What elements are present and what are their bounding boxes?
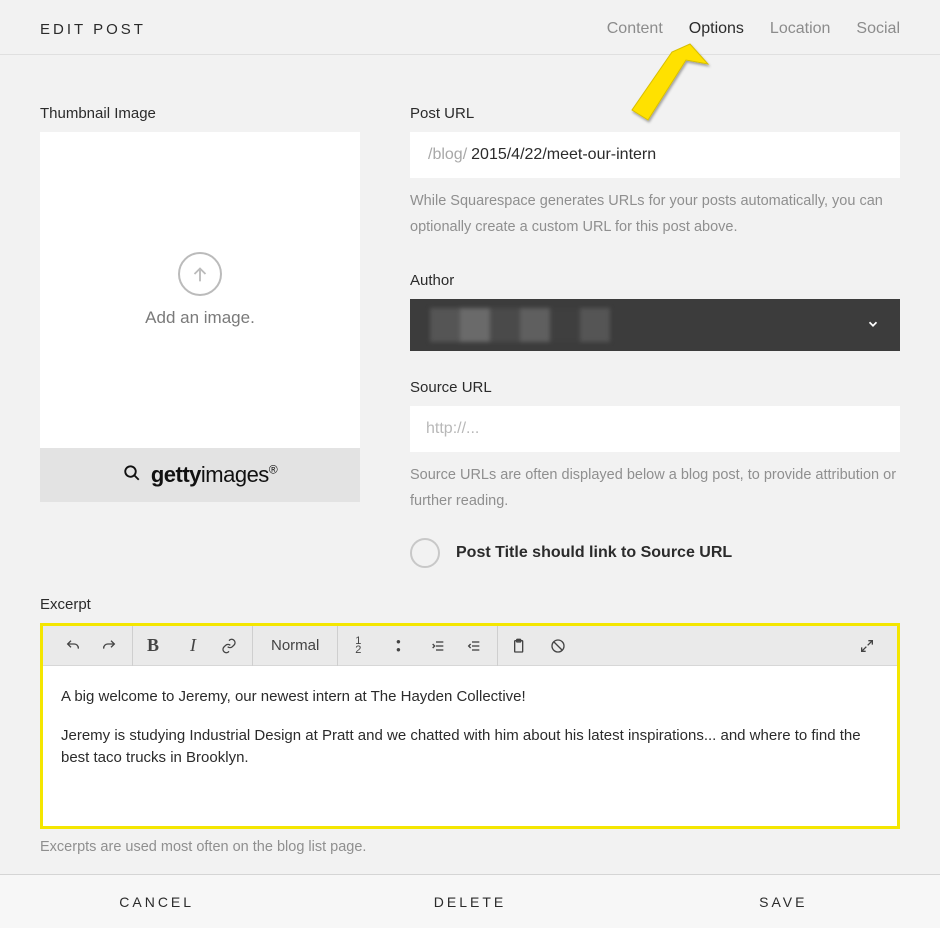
undo-button[interactable] [53,626,93,666]
tabs: Content Options Location Social [607,20,900,38]
cancel-button[interactable]: CANCEL [0,875,313,928]
excerpt-textarea[interactable]: A big welcome to Jeremy, our newest inte… [43,666,897,826]
clear-format-button[interactable] [538,626,578,666]
page-title: EDIT POST [40,21,146,38]
excerpt-paragraph: A big welcome to Jeremy, our newest inte… [61,686,879,709]
bold-button[interactable]: B [133,626,173,666]
link-button[interactable] [213,626,253,666]
thumbnail-label: Thumbnail Image [40,105,360,122]
getty-logo: gettyimages® [151,462,277,488]
indent-button[interactable] [418,626,458,666]
format-dropdown[interactable]: Normal [253,626,338,666]
sourceurl-helper: Source URLs are often displayed below a … [410,462,900,514]
author-value-redacted [430,308,610,342]
excerpt-paragraph: Jeremy is studying Industrial Design at … [61,725,879,770]
getty-images-button[interactable]: gettyimages® [40,448,360,502]
tab-options[interactable]: Options [689,20,744,38]
thumbnail-caption: Add an image. [145,308,255,328]
delete-button[interactable]: DELETE [313,875,626,928]
ordered-list-button[interactable]: 12 [338,626,378,666]
posturl-field[interactable]: /blog/ [410,132,900,178]
author-label: Author [410,272,900,289]
excerpt-label: Excerpt [40,596,900,613]
link-source-label: Post Title should link to Source URL [456,544,732,562]
search-icon [123,464,141,487]
posturl-input[interactable] [471,146,882,164]
thumbnail-dropzone[interactable]: Add an image. [40,132,360,448]
expand-button[interactable] [847,626,887,666]
header-bar: EDIT POST Content Options Location Socia… [0,0,940,55]
tab-location[interactable]: Location [770,20,831,38]
sourceurl-label: Source URL [410,379,900,396]
outdent-button[interactable] [458,626,498,666]
excerpt-helper: Excerpts are used most often on the blog… [40,839,900,855]
posturl-prefix: /blog/ [428,146,467,164]
link-source-checkbox[interactable] [410,538,440,568]
upload-icon [178,252,222,296]
excerpt-editor: B I Normal 12 •• A big [40,623,900,829]
clipboard-button[interactable] [498,626,538,666]
link-source-row: Post Title should link to Source URL [410,538,900,568]
save-button[interactable]: SAVE [627,875,940,928]
sourceurl-input[interactable] [410,406,900,452]
tab-social[interactable]: Social [856,20,900,38]
chevron-down-icon [866,317,880,334]
author-dropdown[interactable] [410,299,900,351]
italic-button[interactable]: I [173,626,213,666]
footer-bar: CANCEL DELETE SAVE [0,874,940,928]
posturl-label: Post URL [410,105,900,122]
unordered-list-button[interactable]: •• [378,626,418,666]
redo-button[interactable] [93,626,133,666]
editor-toolbar: B I Normal 12 •• [43,626,897,666]
tab-content[interactable]: Content [607,20,663,38]
posturl-helper: While Squarespace generates URLs for you… [410,188,900,240]
